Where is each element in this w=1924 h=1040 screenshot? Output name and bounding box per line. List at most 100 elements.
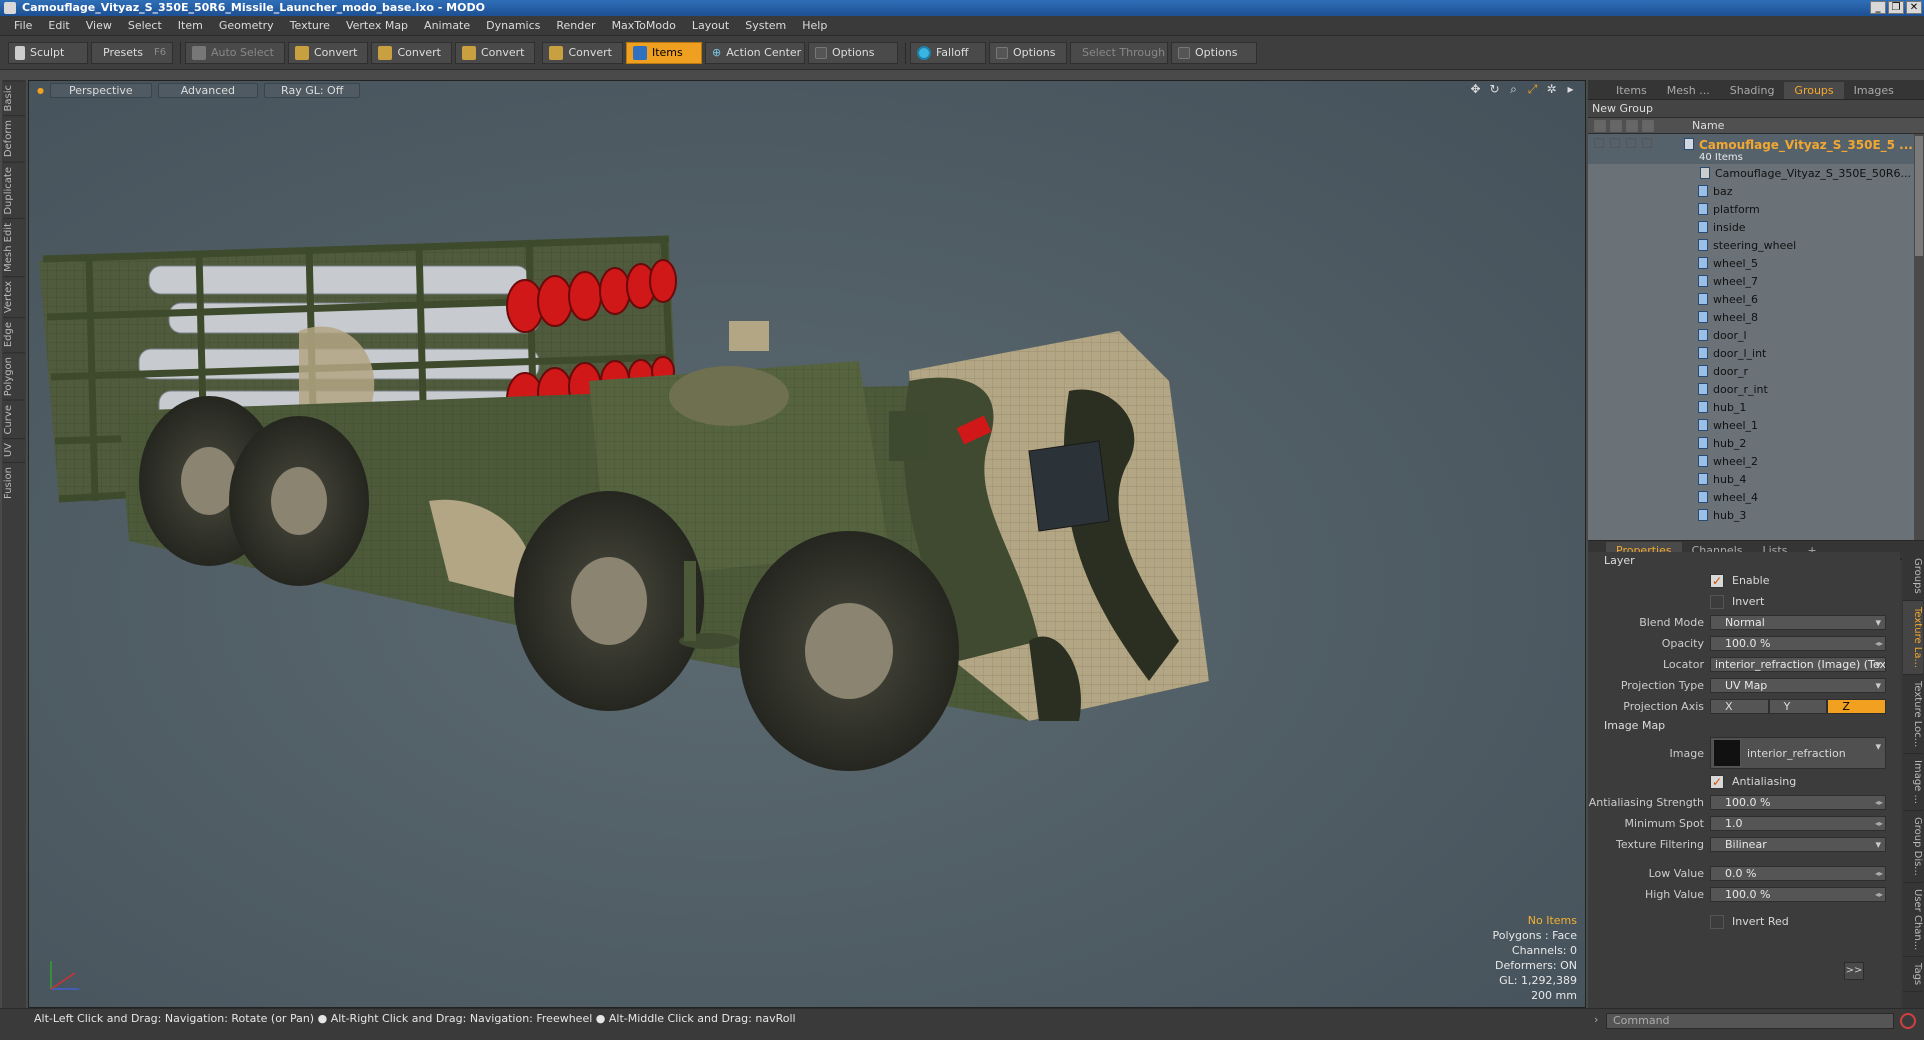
list-item[interactable]: wheel_5 (1588, 254, 1924, 272)
tab-fusion[interactable]: Fusion (3, 461, 25, 503)
auto-select-button[interactable]: Auto Select (185, 41, 285, 64)
invert-row[interactable]: Invert (1588, 591, 1900, 612)
group-row[interactable]: Camouflage_Vityaz_S_350E_5 ... 40 Items (1588, 134, 1924, 164)
menu-file[interactable]: File (6, 19, 40, 32)
select-through-options-button[interactable]: Options (1170, 41, 1257, 64)
section-layer[interactable]: Layer (1588, 552, 1900, 570)
tab-basic[interactable]: Basic (3, 80, 25, 116)
3d-viewport[interactable]: ● Perspective Advanced Ray GL: Off ✥ ↻ ⌕… (28, 80, 1586, 1008)
enable-checkbox[interactable]: ✓ (1710, 573, 1724, 588)
list-item[interactable]: Camouflage_Vityaz_S_350E_50R6... (1588, 164, 1924, 182)
lock-icon[interactable] (1626, 119, 1638, 132)
tab-deform[interactable]: Deform (3, 115, 25, 162)
convert-edges-button[interactable]: Convert (371, 41, 452, 64)
menu-render[interactable]: Render (548, 19, 603, 32)
axis-y-button[interactable]: Y (1768, 699, 1828, 714)
list-item[interactable]: door_l (1588, 326, 1924, 344)
sculpt-button[interactable]: Sculpt (8, 41, 88, 64)
list-item[interactable]: wheel_4 (1588, 488, 1924, 506)
invert-checkbox[interactable] (1710, 594, 1724, 609)
action-center-button[interactable]: ⊕ Action Center (704, 41, 805, 64)
menu-maxtomodo[interactable]: MaxToModo (604, 19, 684, 32)
menu-system[interactable]: System (737, 19, 794, 32)
list-item[interactable]: steering_wheel (1588, 236, 1924, 254)
tree-scrollbar[interactable] (1914, 134, 1924, 540)
list-item[interactable]: wheel_2 (1588, 452, 1924, 470)
list-item[interactable]: door_r (1588, 362, 1924, 380)
new-group-button[interactable]: New Group (1588, 100, 1924, 118)
section-image-map[interactable]: Image Map (1588, 717, 1900, 735)
tab-uv[interactable]: UV (3, 438, 25, 462)
menu-geometry[interactable]: Geometry (211, 19, 282, 32)
tab-edge[interactable]: Edge (3, 317, 25, 352)
tab-mesh-edit[interactable]: Mesh Edit (3, 218, 25, 277)
close-icon[interactable]: ✕ (1906, 1, 1922, 14)
enable-row[interactable]: ✓ Enable (1588, 570, 1900, 591)
tab-items[interactable]: Items (1606, 82, 1657, 99)
restore-icon[interactable]: ❐ (1888, 1, 1904, 14)
convert-vertices-button[interactable]: Convert (287, 41, 369, 64)
list-item[interactable]: platform (1588, 200, 1924, 218)
falloff-options-button[interactable]: Options (988, 41, 1067, 64)
side-tab-image[interactable]: Image ... (1903, 754, 1923, 812)
presets-button[interactable]: Presets F6 (91, 41, 173, 64)
list-item[interactable]: hub_1 (1588, 398, 1924, 416)
select-through-button[interactable]: Select Through (1069, 41, 1168, 64)
side-tab-texture-layer[interactable]: Texture La... (1903, 600, 1923, 675)
menu-help[interactable]: Help (794, 19, 835, 32)
tab-mesh[interactable]: Mesh ... (1657, 82, 1720, 99)
projection-type-select[interactable]: UV Map (1710, 678, 1886, 693)
name-column-header[interactable]: Name (1684, 119, 1724, 132)
low-value-field[interactable]: 0.0 % (1710, 866, 1886, 881)
eye-icon[interactable] (1594, 119, 1606, 132)
opacity-field[interactable]: 100.0 % (1710, 636, 1886, 651)
list-item[interactable]: door_r_int (1588, 380, 1924, 398)
list-item[interactable]: wheel_8 (1588, 308, 1924, 326)
minimize-icon[interactable]: _ (1870, 1, 1886, 14)
antialiasing-checkbox[interactable]: ✓ (1710, 774, 1724, 789)
high-value-field[interactable]: 100.0 % (1710, 887, 1886, 902)
list-item[interactable]: hub_3 (1588, 506, 1924, 524)
locator-select[interactable]: interior_refraction (Image) (Text ... (1710, 657, 1886, 672)
blend-mode-select[interactable]: Normal (1710, 615, 1886, 630)
min-spot-field[interactable]: 1.0 (1710, 816, 1886, 831)
list-item[interactable]: wheel_1 (1588, 416, 1924, 434)
tab-images[interactable]: Images (1844, 82, 1904, 99)
list-item[interactable]: door_l_int (1588, 344, 1924, 362)
side-tab-tags[interactable]: Tags (1903, 957, 1923, 993)
convert-materials-button[interactable]: Convert (542, 41, 623, 64)
antialiasing-row[interactable]: ✓ Antialiasing (1588, 771, 1900, 792)
texture-filtering-select[interactable]: Bilinear (1710, 837, 1886, 852)
tab-duplicate[interactable]: Duplicate (3, 161, 25, 219)
list-item[interactable]: hub_2 (1588, 434, 1924, 452)
menu-vertex-map[interactable]: Vertex Map (338, 19, 416, 32)
image-select[interactable]: interior_refraction (1710, 737, 1886, 769)
side-tab-group-display[interactable]: Group Dis... (1903, 811, 1923, 883)
items-button[interactable]: Items (625, 41, 702, 64)
tab-polygon[interactable]: Polygon (3, 351, 25, 400)
action-center-options-button[interactable]: Options (807, 41, 898, 64)
side-tab-texture-locator[interactable]: Texture Loc... (1903, 675, 1923, 755)
list-item[interactable]: hub_4 (1588, 470, 1924, 488)
tab-shading[interactable]: Shading (1720, 82, 1785, 99)
axis-z-button[interactable]: Z (1827, 699, 1887, 714)
list-item[interactable]: wheel_6 (1588, 290, 1924, 308)
falloff-button[interactable]: Falloff (909, 41, 986, 64)
render-icon[interactable] (1610, 119, 1622, 132)
menu-item[interactable]: Item (170, 19, 211, 32)
menu-edit[interactable]: Edit (40, 19, 77, 32)
side-tab-groups[interactable]: Groups (1903, 552, 1923, 601)
menu-layout[interactable]: Layout (684, 19, 737, 32)
launcher-model[interactable] (29, 81, 1586, 1008)
list-item[interactable]: inside (1588, 218, 1924, 236)
list-item[interactable]: wheel_7 (1588, 272, 1924, 290)
tab-groups[interactable]: Groups (1784, 82, 1844, 99)
select-icon[interactable] (1642, 119, 1654, 132)
aa-strength-field[interactable]: 100.0 % (1710, 795, 1886, 810)
side-tab-user-channels[interactable]: User Chan... (1903, 883, 1923, 958)
menu-animate[interactable]: Animate (416, 19, 478, 32)
list-item[interactable]: baz (1588, 182, 1924, 200)
stop-icon[interactable] (1900, 1013, 1916, 1029)
expand-button[interactable]: >> (1844, 962, 1864, 980)
menu-select[interactable]: Select (120, 19, 170, 32)
